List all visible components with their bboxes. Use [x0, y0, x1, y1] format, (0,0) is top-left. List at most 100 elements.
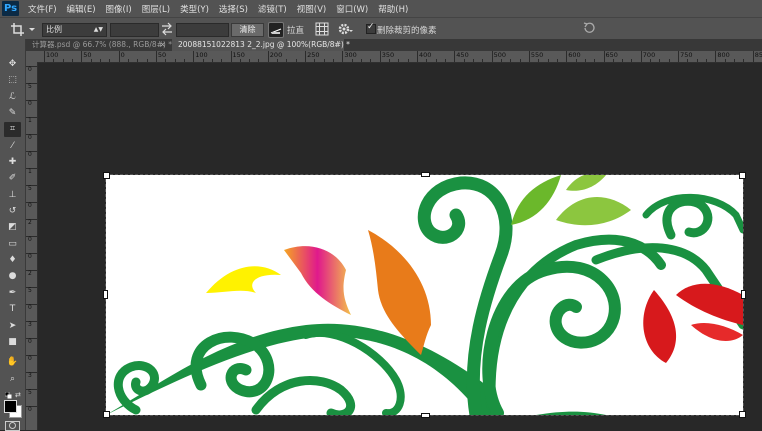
clear-button[interactable]: 清除: [231, 23, 264, 37]
tab-jpg-document[interactable]: 20088151022813 2_2.jpg @ 100%(RGB/8#) * …: [172, 39, 350, 51]
ruler-minor-tick: [463, 59, 465, 62]
straighten-label[interactable]: 拉直: [287, 24, 304, 36]
clone-stamp-tool-icon[interactable]: ⊥: [4, 188, 21, 203]
crop-boundary[interactable]: [105, 174, 744, 416]
ruler-tick-label: 5: [28, 83, 32, 90]
ruler-minor-tick: [239, 59, 241, 62]
ruler-minor-tick: [584, 59, 586, 62]
lasso-tool-icon[interactable]: ℒ: [4, 90, 21, 105]
ruler-minor-tick: [556, 59, 558, 62]
grid-overlay-icon[interactable]: [315, 22, 329, 39]
ruler-left-label: 0: [26, 338, 37, 345]
crop-handle-bottom[interactable]: [421, 413, 430, 418]
ruler-left-label: 0: [26, 355, 37, 362]
delete-cropped-label[interactable]: 删除裁剪的像素: [377, 24, 437, 36]
shape-tool-icon[interactable]: ■: [4, 335, 21, 350]
brush-tool-icon[interactable]: ✐: [4, 171, 21, 186]
ruler-minor-tick: [547, 59, 549, 62]
crop-handle-left[interactable]: [103, 290, 108, 299]
menu-view[interactable]: 视图(V): [297, 3, 326, 15]
type-tool-icon[interactable]: T: [4, 302, 21, 317]
move-tool-icon[interactable]: ✥: [4, 57, 21, 72]
reset-icon[interactable]: [582, 21, 596, 38]
crop-handle-top-right[interactable]: [739, 172, 746, 179]
zoom-tool-icon[interactable]: ⌕: [4, 372, 21, 387]
marquee-tool-icon[interactable]: ⬚: [4, 73, 21, 88]
ruler-tick-label: 50: [157, 51, 167, 59]
menu-image[interactable]: 图像(I): [106, 3, 132, 15]
tools-panel: ✥ ⬚ ℒ ✎ ⌗ ⁄ ✚ ✐ ⊥ ↺ ◩ ▭ ♦ ● ✒ T ➤ ■ ✋ ⌕ …: [0, 39, 26, 431]
crop-handle-bottom-left[interactable]: [103, 411, 110, 418]
ruler-tick-label: 5: [28, 287, 32, 294]
menu-edit[interactable]: 编辑(E): [67, 3, 96, 15]
tab-calculator-psd[interactable]: 计算器.psd @ 66.7% (888., RGB/8#) * ×: [26, 39, 172, 51]
ruler-tick-label: 0: [28, 304, 32, 311]
gear-icon[interactable]: [338, 22, 354, 39]
ruler-minor-tick: [706, 59, 707, 62]
hand-tool-icon[interactable]: ✋: [4, 355, 21, 370]
delete-cropped-checkbox[interactable]: ✓: [366, 22, 376, 34]
ruler-minor-tick: [258, 59, 260, 62]
blur-tool-icon[interactable]: ♦: [4, 253, 21, 268]
ruler-minor-tick: [659, 59, 661, 62]
ruler-tick-label: 50: [83, 51, 92, 59]
menu-file[interactable]: 文件(F): [28, 3, 57, 15]
ruler-left-label: 5: [26, 83, 37, 90]
menu-window[interactable]: 窗口(W): [336, 3, 368, 15]
menu-help[interactable]: 帮助(H): [378, 3, 408, 15]
menu-select[interactable]: 选择(S): [219, 3, 248, 15]
crop-handle-bottom-right[interactable]: [739, 411, 746, 418]
ruler-tick-label: 400: [419, 51, 432, 59]
ruler-tick-label: 200: [269, 51, 283, 59]
ruler-top-label: 600: [566, 51, 581, 62]
swap-colors-icon[interactable]: ⇄: [15, 391, 21, 399]
crop-handle-top-left[interactable]: [103, 172, 110, 179]
ruler-minor-tick: [370, 59, 372, 62]
ruler-minor-tick: [435, 59, 437, 62]
height-input[interactable]: [176, 23, 229, 37]
ratio-select[interactable]: 比例 ▲▼: [42, 23, 107, 37]
ruler-minor-tick: [221, 59, 223, 62]
pen-tool-icon[interactable]: ✒: [4, 286, 21, 301]
ruler-minor-tick: [724, 59, 726, 62]
foreground-color-swatch[interactable]: [4, 400, 17, 413]
default-colors-icon[interactable]: [4, 391, 12, 399]
menu-filter[interactable]: 滤镜(T): [258, 3, 287, 15]
history-brush-tool-icon[interactable]: ↺: [4, 204, 21, 219]
close-icon[interactable]: ×: [159, 39, 166, 51]
straighten-icon[interactable]: [268, 22, 284, 38]
crop-tool-icon[interactable]: ⌗: [4, 122, 21, 137]
ruler-minor-tick: [398, 59, 400, 62]
ruler-minor-tick: [594, 59, 596, 62]
ruler-left-label: 0: [26, 406, 37, 413]
chevron-down-icon: ▲▼: [93, 26, 103, 33]
ruler-left-label: 0: [26, 151, 37, 158]
ruler-minor-tick: [696, 59, 698, 62]
quick-select-tool-icon[interactable]: ✎: [4, 106, 21, 121]
eraser-tool-icon[interactable]: ◩: [4, 220, 21, 235]
crop-tool-preset[interactable]: [10, 21, 36, 40]
ruler-tick-label: 300: [344, 51, 357, 59]
crop-handle-top[interactable]: [421, 172, 430, 177]
eyedropper-tool-icon[interactable]: ⁄: [4, 139, 21, 154]
menu-layer[interactable]: 图层(L): [142, 3, 170, 15]
healing-brush-tool-icon[interactable]: ✚: [4, 155, 21, 170]
path-select-tool-icon[interactable]: ➤: [4, 319, 21, 334]
ruler-top-label: 50: [155, 51, 166, 62]
ruler-top-label: 450: [454, 51, 469, 62]
ruler-minor-tick: [249, 59, 251, 62]
menu-type[interactable]: 类型(Y): [180, 3, 209, 15]
gradient-tool-icon[interactable]: ▭: [4, 237, 21, 252]
swap-icon[interactable]: [161, 22, 173, 39]
width-input[interactable]: [110, 23, 159, 37]
ruler-minor-tick: [631, 59, 633, 62]
dodge-tool-icon[interactable]: ●: [4, 269, 21, 284]
vertical-ruler: 0 5 0 1 0 0 1 5 0 2 0 0 2 5 0 3 0 0 3 5 0: [26, 62, 38, 430]
close-icon[interactable]: ×: [333, 39, 340, 51]
ruler-tick-label: 350: [381, 51, 395, 59]
ruler-minor-tick: [286, 59, 288, 62]
ruler-minor-tick: [277, 59, 279, 62]
crop-handle-right[interactable]: [741, 290, 746, 299]
ruler-minor-tick: [109, 59, 111, 62]
ruler-left-label: 2: [26, 219, 37, 226]
